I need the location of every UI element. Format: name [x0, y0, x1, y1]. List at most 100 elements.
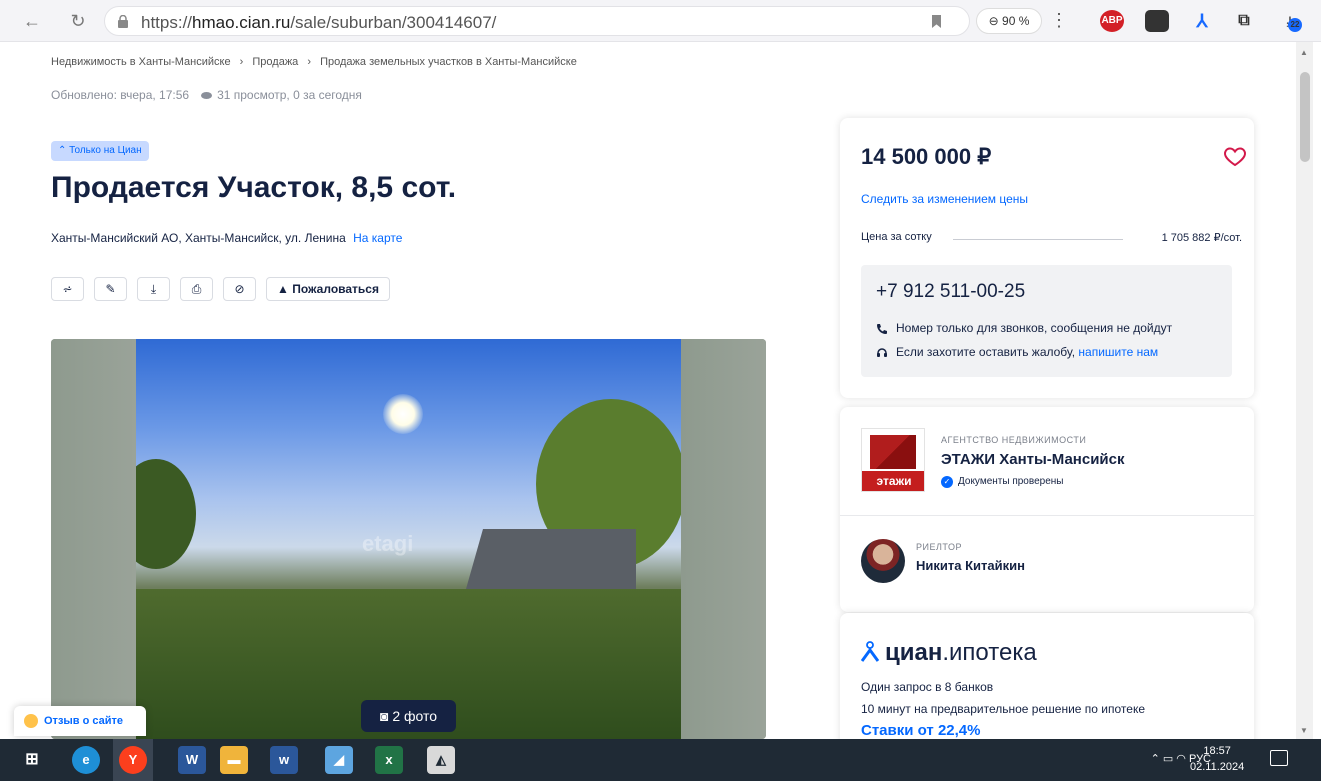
extension-icon[interactable] [1145, 10, 1169, 32]
download-button[interactable]: ⤓ [137, 277, 170, 301]
notes-app-icon[interactable]: ◢ [325, 746, 353, 774]
smile-icon [24, 714, 38, 728]
mortgage-line-2: 10 минут на предварительное решение по и… [861, 702, 1145, 716]
eye-icon [201, 91, 213, 99]
bookmark-icon[interactable] [932, 15, 941, 28]
gallery-prev-area[interactable] [51, 339, 136, 739]
hide-icon: ⊘ [234, 282, 245, 296]
write-us-link[interactable]: напишите нам [1078, 345, 1158, 359]
agency-card: этажи АГЕНТСТВО НЕДВИЖИМОСТИ ЭТАЖИ Ханты… [840, 407, 1254, 612]
back-icon[interactable]: ← [20, 9, 44, 33]
notifications-icon[interactable] [1270, 750, 1288, 766]
realtor-kind: РИЕЛТОР [916, 542, 962, 552]
lock-icon [118, 15, 128, 28]
breadcrumb: Недвижимость в Ханты-Мансийске › Продажа… [51, 56, 577, 68]
photos-count-button[interactable]: ◙ 2 фото [361, 700, 456, 732]
word-app-icon[interactable]: W [178, 746, 206, 774]
address: Ханты-Мансийский АО, Ханты-Мансийск, ул.… [51, 231, 403, 245]
agency-name[interactable]: ЭТАЖИ Ханты-Мансийск [941, 451, 1125, 468]
yandex-browser-icon[interactable]: Y [119, 746, 147, 774]
headset-icon [877, 348, 887, 357]
edge-icon[interactable]: e [72, 746, 100, 774]
pencil-icon: ✎ [105, 282, 116, 296]
photo-house [466, 529, 636, 589]
file-explorer-icon[interactable]: ▬ [220, 746, 248, 774]
share-button[interactable]: ⩫ [51, 277, 84, 301]
price: 14 500 000 ₽ [861, 144, 992, 169]
edit-button[interactable]: ✎ [94, 277, 127, 301]
clock[interactable]: 18:57 02.11.2024 [1190, 743, 1244, 775]
excel-icon[interactable]: x [375, 746, 403, 774]
printer-icon: ⎙ [191, 282, 202, 296]
scroll-up-icon[interactable]: ▲ [1300, 48, 1308, 57]
page-title: Продается Участок, 8,5 сот. [51, 171, 457, 204]
cian-ipoteka-logo: циан.ипотека [861, 639, 1037, 667]
photo-tree [136, 459, 196, 569]
feedback-button[interactable]: Отзыв о сайте [14, 706, 146, 736]
dotted-divider [953, 239, 1123, 240]
browser-toolbar: ← ↻ https://hmao.cian.ru/sale/suburban/3… [0, 0, 1321, 42]
print-button[interactable]: ⎙ [180, 277, 213, 301]
updated-info: Обновлено: вчера, 17:56 31 просмотр, 0 за… [51, 88, 362, 102]
follow-price-link[interactable]: Следить за изменением цены [861, 192, 1028, 206]
breadcrumb-item[interactable]: Продажа земельных участков в Ханты-Манси… [320, 56, 577, 68]
mortgage-card[interactable]: циан.ипотека Один запрос в 8 банков 10 м… [840, 613, 1254, 739]
phone-box: +7 912 511-00-25 Номер только для звонко… [861, 265, 1232, 377]
mortgage-line-1: Один запрос в 8 банков [861, 680, 994, 694]
verified-badge: ✓ Документы проверены [941, 476, 1063, 488]
menu-icon[interactable]: ⋮ [1050, 9, 1068, 31]
breadcrumb-separator: › [307, 56, 312, 68]
share-icon: ⩫ [62, 282, 73, 296]
realtor-avatar[interactable] [861, 539, 905, 583]
windows-start-icon[interactable]: ⊞ [18, 746, 46, 774]
address-bar[interactable]: https://hmao.cian.ru/sale/suburban/30041… [104, 6, 970, 36]
url-text: https://hmao.cian.ru/sale/suburban/30041… [141, 13, 497, 32]
scrollbar[interactable]: ▲ ▼ [1296, 42, 1313, 739]
camera-icon: ◙ [379, 708, 389, 724]
realtor-name[interactable]: Никита Китайкин [916, 558, 1025, 573]
divider [840, 515, 1254, 516]
gallery-next-area[interactable] [681, 339, 766, 739]
listing-toolbar: ⩫ ✎ ⤓ ⎙ ⊘ ▲ Пожаловаться [51, 277, 390, 301]
photo-gallery[interactable]: etagi ◙ 2 фото [51, 339, 766, 739]
agency-logo[interactable]: этажи [861, 428, 925, 492]
scroll-down-icon[interactable]: ▼ [1300, 726, 1308, 735]
hide-button[interactable]: ⊘ [223, 277, 256, 301]
warning-icon: ▲ [277, 282, 289, 296]
photo-watermark: etagi [362, 531, 414, 556]
logo-building [870, 435, 916, 469]
breadcrumb-item[interactable]: Недвижимость в Ханты-Мансийске [51, 56, 231, 68]
person-extension-icon[interactable]: ⅄ [1190, 10, 1214, 32]
page-content: Недвижимость в Ханты-Мансийске › Продажа… [0, 42, 1296, 739]
zoom-indicator[interactable]: ⊖ 90 % [976, 8, 1042, 34]
main-photo[interactable]: etagi [136, 339, 681, 739]
breadcrumb-item[interactable]: Продажа [252, 56, 298, 68]
photos-app-icon[interactable]: ◭ [427, 746, 455, 774]
scroll-thumb[interactable] [1300, 72, 1310, 162]
word-doc-icon[interactable]: w [270, 746, 298, 774]
download-icon: ⤓ [150, 282, 157, 296]
heart-icon[interactable] [1223, 144, 1247, 168]
on-map-link[interactable]: На карте [353, 231, 402, 245]
check-icon: ✓ [941, 476, 953, 488]
only-cian-badge: ⌃ Только на Циан [51, 141, 149, 161]
phone-number[interactable]: +7 912 511-00-25 [876, 281, 1025, 303]
breadcrumb-separator: › [239, 56, 244, 68]
puzzle-extension-icon[interactable]: ⧉ [1232, 10, 1256, 32]
downloads-icon[interactable]: ⤓22 [1278, 10, 1302, 32]
complaint-note: Если захотите оставить жалобу, напишите … [876, 345, 1158, 359]
agency-kind: АГЕНТСТВО НЕДВИЖИМОСТИ [941, 435, 1087, 445]
price-per-sotka-value: 1 705 882 ₽/сот. [1161, 232, 1242, 244]
sun-in-photo [383, 394, 423, 434]
taskbar: ⊞ e Y W ▬ w ◢ x ◭ ⌃ ▭ ◠ РУС 18:57 02.11.2… [0, 739, 1321, 781]
logo-text: этажи [862, 471, 924, 491]
price-per-sotka-label: Цена за сотку [861, 231, 932, 243]
cian-logo-icon [861, 641, 879, 662]
mortgage-rate-link[interactable]: Ставки от 22,4% [861, 722, 980, 739]
reload-icon[interactable]: ↻ [66, 9, 90, 33]
report-button[interactable]: ▲ Пожаловаться [266, 277, 390, 301]
calls-only-note: Номер только для звонков, сообщения не д… [876, 321, 1172, 335]
phone-icon [877, 323, 887, 334]
adblock-extension-icon[interactable]: ABP [1100, 10, 1124, 32]
price-card: 14 500 000 ₽ Следить за изменением цены … [840, 118, 1254, 398]
